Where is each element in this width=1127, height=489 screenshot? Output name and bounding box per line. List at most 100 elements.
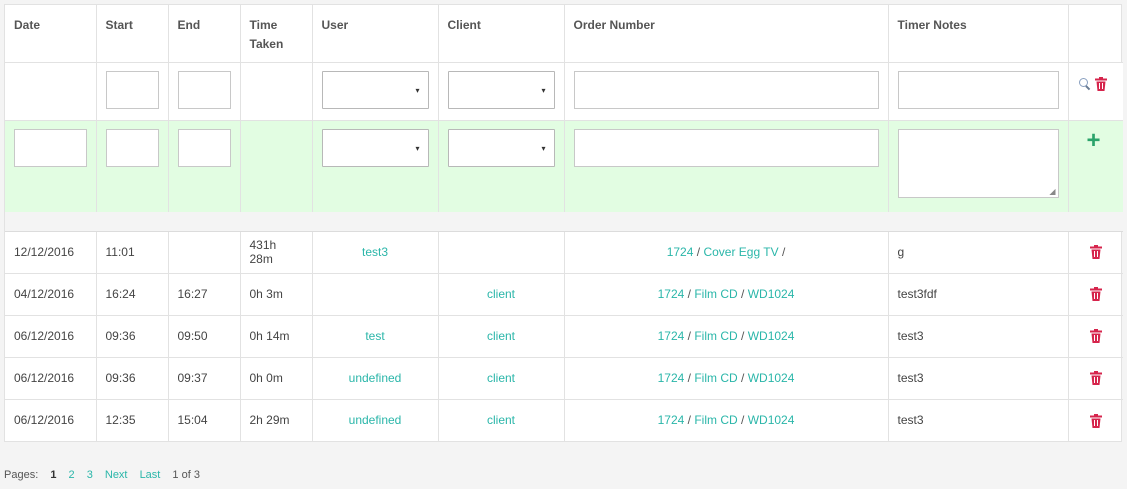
col-header-date[interactable]: Date [5, 5, 97, 63]
table-row: 06/12/2016 09:36 09:37 0h 0m undefined client… [5, 357, 1123, 400]
delete-row-trash-icon[interactable] [1089, 287, 1102, 302]
client-link[interactable]: client [487, 329, 515, 343]
new-time-cell [240, 120, 313, 212]
new-order-number-input[interactable] [573, 128, 879, 167]
col-header-start[interactable]: Start [96, 5, 169, 63]
order-link-part[interactable]: 1724 [667, 245, 694, 259]
filter-end-input[interactable] [177, 70, 231, 109]
order-link-part[interactable]: WD1024 [748, 371, 795, 385]
order-separator: / [781, 245, 786, 259]
order-link-part[interactable]: Film CD [694, 413, 737, 427]
user-link[interactable]: test3 [362, 245, 388, 259]
new-date-input[interactable] [14, 128, 87, 167]
delete-row-trash-icon[interactable] [1089, 371, 1102, 386]
time-taken-cell: 0h 14m [240, 315, 313, 358]
col-header-time-taken[interactable]: Time Taken [240, 5, 313, 63]
col-header-order-number[interactable]: Order Number [564, 5, 889, 63]
order-link-part[interactable]: WD1024 [748, 413, 795, 427]
filter-start-input[interactable] [105, 70, 159, 109]
end-cell: 09:50 [168, 315, 241, 358]
add-entry-plus-icon[interactable]: + [1078, 128, 1115, 153]
timer-notes-cell: g [888, 231, 1069, 274]
filter-row: ▾ ▾ [5, 62, 1123, 121]
user-link[interactable]: undefined [349, 413, 402, 427]
header-row: Date Start End Time Taken User Client Or… [5, 5, 1123, 63]
time-taken-cell: 0h 0m [240, 357, 313, 400]
new-start-input[interactable] [105, 128, 159, 167]
timers-table: Date Start End Time Taken User Client Or… [5, 5, 1123, 441]
chevron-down-icon: ▾ [415, 85, 420, 95]
order-link-part[interactable]: Film CD [694, 329, 737, 343]
order-link-part[interactable]: 1724 [658, 287, 685, 301]
col-header-timer-notes[interactable]: Timer Notes [888, 5, 1069, 63]
order-link-part[interactable]: WD1024 [748, 287, 795, 301]
timer-notes-cell: test3 [888, 315, 1069, 358]
timer-notes-cell: test3 [888, 357, 1069, 400]
client-link[interactable]: client [487, 413, 515, 427]
delete-row-trash-icon[interactable] [1089, 413, 1102, 428]
last-page-link[interactable]: Last [140, 469, 161, 481]
col-header-end[interactable]: End [168, 5, 241, 63]
filter-user-select[interactable]: ▾ [321, 70, 429, 109]
delete-row-trash-icon[interactable] [1089, 245, 1102, 260]
end-cell: 16:27 [168, 273, 241, 316]
page-1-current: 1 [50, 469, 57, 481]
order-link-part[interactable]: WD1024 [748, 329, 795, 343]
order-number-cell: 1724 / Film CD / WD1024 [564, 273, 889, 316]
pagination: Pages: 1 2 3 Next Last 1 of 3 [4, 469, 209, 481]
search-icon[interactable] [1078, 77, 1092, 91]
page-3-link[interactable]: 3 [87, 469, 93, 481]
new-user-select[interactable]: ▾ [321, 128, 429, 167]
table-row: 06/12/2016 09:36 09:50 0h 14m test client 1724… [5, 315, 1123, 358]
order-number-cell: 1724 / Film CD / WD1024 [564, 399, 889, 441]
date-cell: 12/12/2016 [5, 231, 97, 274]
order-separator: / [687, 329, 691, 343]
user-link[interactable]: undefined [349, 371, 402, 385]
client-link[interactable]: client [487, 287, 515, 301]
date-cell: 06/12/2016 [5, 357, 97, 400]
order-separator: / [741, 413, 745, 428]
order-separator: / [696, 245, 701, 259]
filter-order-number-input[interactable] [573, 70, 879, 109]
order-number-cell: 1724 / Cover Egg TV / [564, 231, 889, 274]
order-link-part[interactable]: Cover Egg TV [703, 245, 778, 259]
table-row: 04/12/2016 16:24 16:27 0h 3m client 1724 / Fi… [5, 273, 1123, 316]
add-entry-row: ▾ ▾ ◢ + [5, 120, 1123, 212]
filter-client-select[interactable]: ▾ [447, 70, 555, 109]
timer-notes-cell: test3 [888, 399, 1069, 441]
chevron-down-icon: ▾ [415, 143, 420, 153]
col-header-client[interactable]: Client [438, 5, 565, 63]
client-link[interactable]: client [487, 371, 515, 385]
start-cell: 12:35 [96, 399, 169, 441]
filter-timer-notes-input[interactable] [897, 70, 1059, 109]
new-client-select[interactable]: ▾ [447, 128, 555, 167]
filter-date-cell [5, 62, 97, 121]
spacer-row [5, 212, 1123, 232]
next-page-link[interactable]: Next [105, 469, 128, 481]
resize-grip-icon[interactable]: ◢ [1049, 187, 1055, 196]
order-separator: / [687, 413, 691, 428]
end-cell: 09:37 [168, 357, 241, 400]
page-summary: 1 of 3 [172, 469, 200, 481]
order-separator: / [687, 371, 691, 385]
timer-entries: 12/12/2016 11:01 431h 28m test3 1724 / Cover… [5, 231, 1123, 441]
order-link-part[interactable]: 1724 [658, 371, 685, 385]
timers-table-panel: Date Start End Time Taken User Client Or… [4, 4, 1123, 442]
order-link-part[interactable]: 1724 [658, 329, 685, 343]
order-link-part[interactable]: 1724 [658, 413, 685, 427]
timer-notes-cell: test3fdf [888, 273, 1069, 316]
new-end-input[interactable] [177, 128, 231, 167]
user-link[interactable]: test [365, 329, 384, 343]
filter-time-cell [240, 62, 313, 121]
page-2-link[interactable]: 2 [69, 469, 75, 481]
start-cell: 09:36 [96, 315, 169, 358]
col-header-user[interactable]: User [312, 5, 439, 63]
delete-row-trash-icon[interactable] [1089, 329, 1102, 344]
end-cell [168, 231, 241, 274]
order-link-part[interactable]: Film CD [694, 371, 737, 385]
new-timer-notes-textarea[interactable]: ◢ [897, 128, 1059, 198]
order-link-part[interactable]: Film CD [694, 287, 737, 301]
start-cell: 11:01 [96, 231, 169, 274]
clear-filter-trash-icon[interactable] [1094, 77, 1107, 92]
start-cell: 16:24 [96, 273, 169, 316]
